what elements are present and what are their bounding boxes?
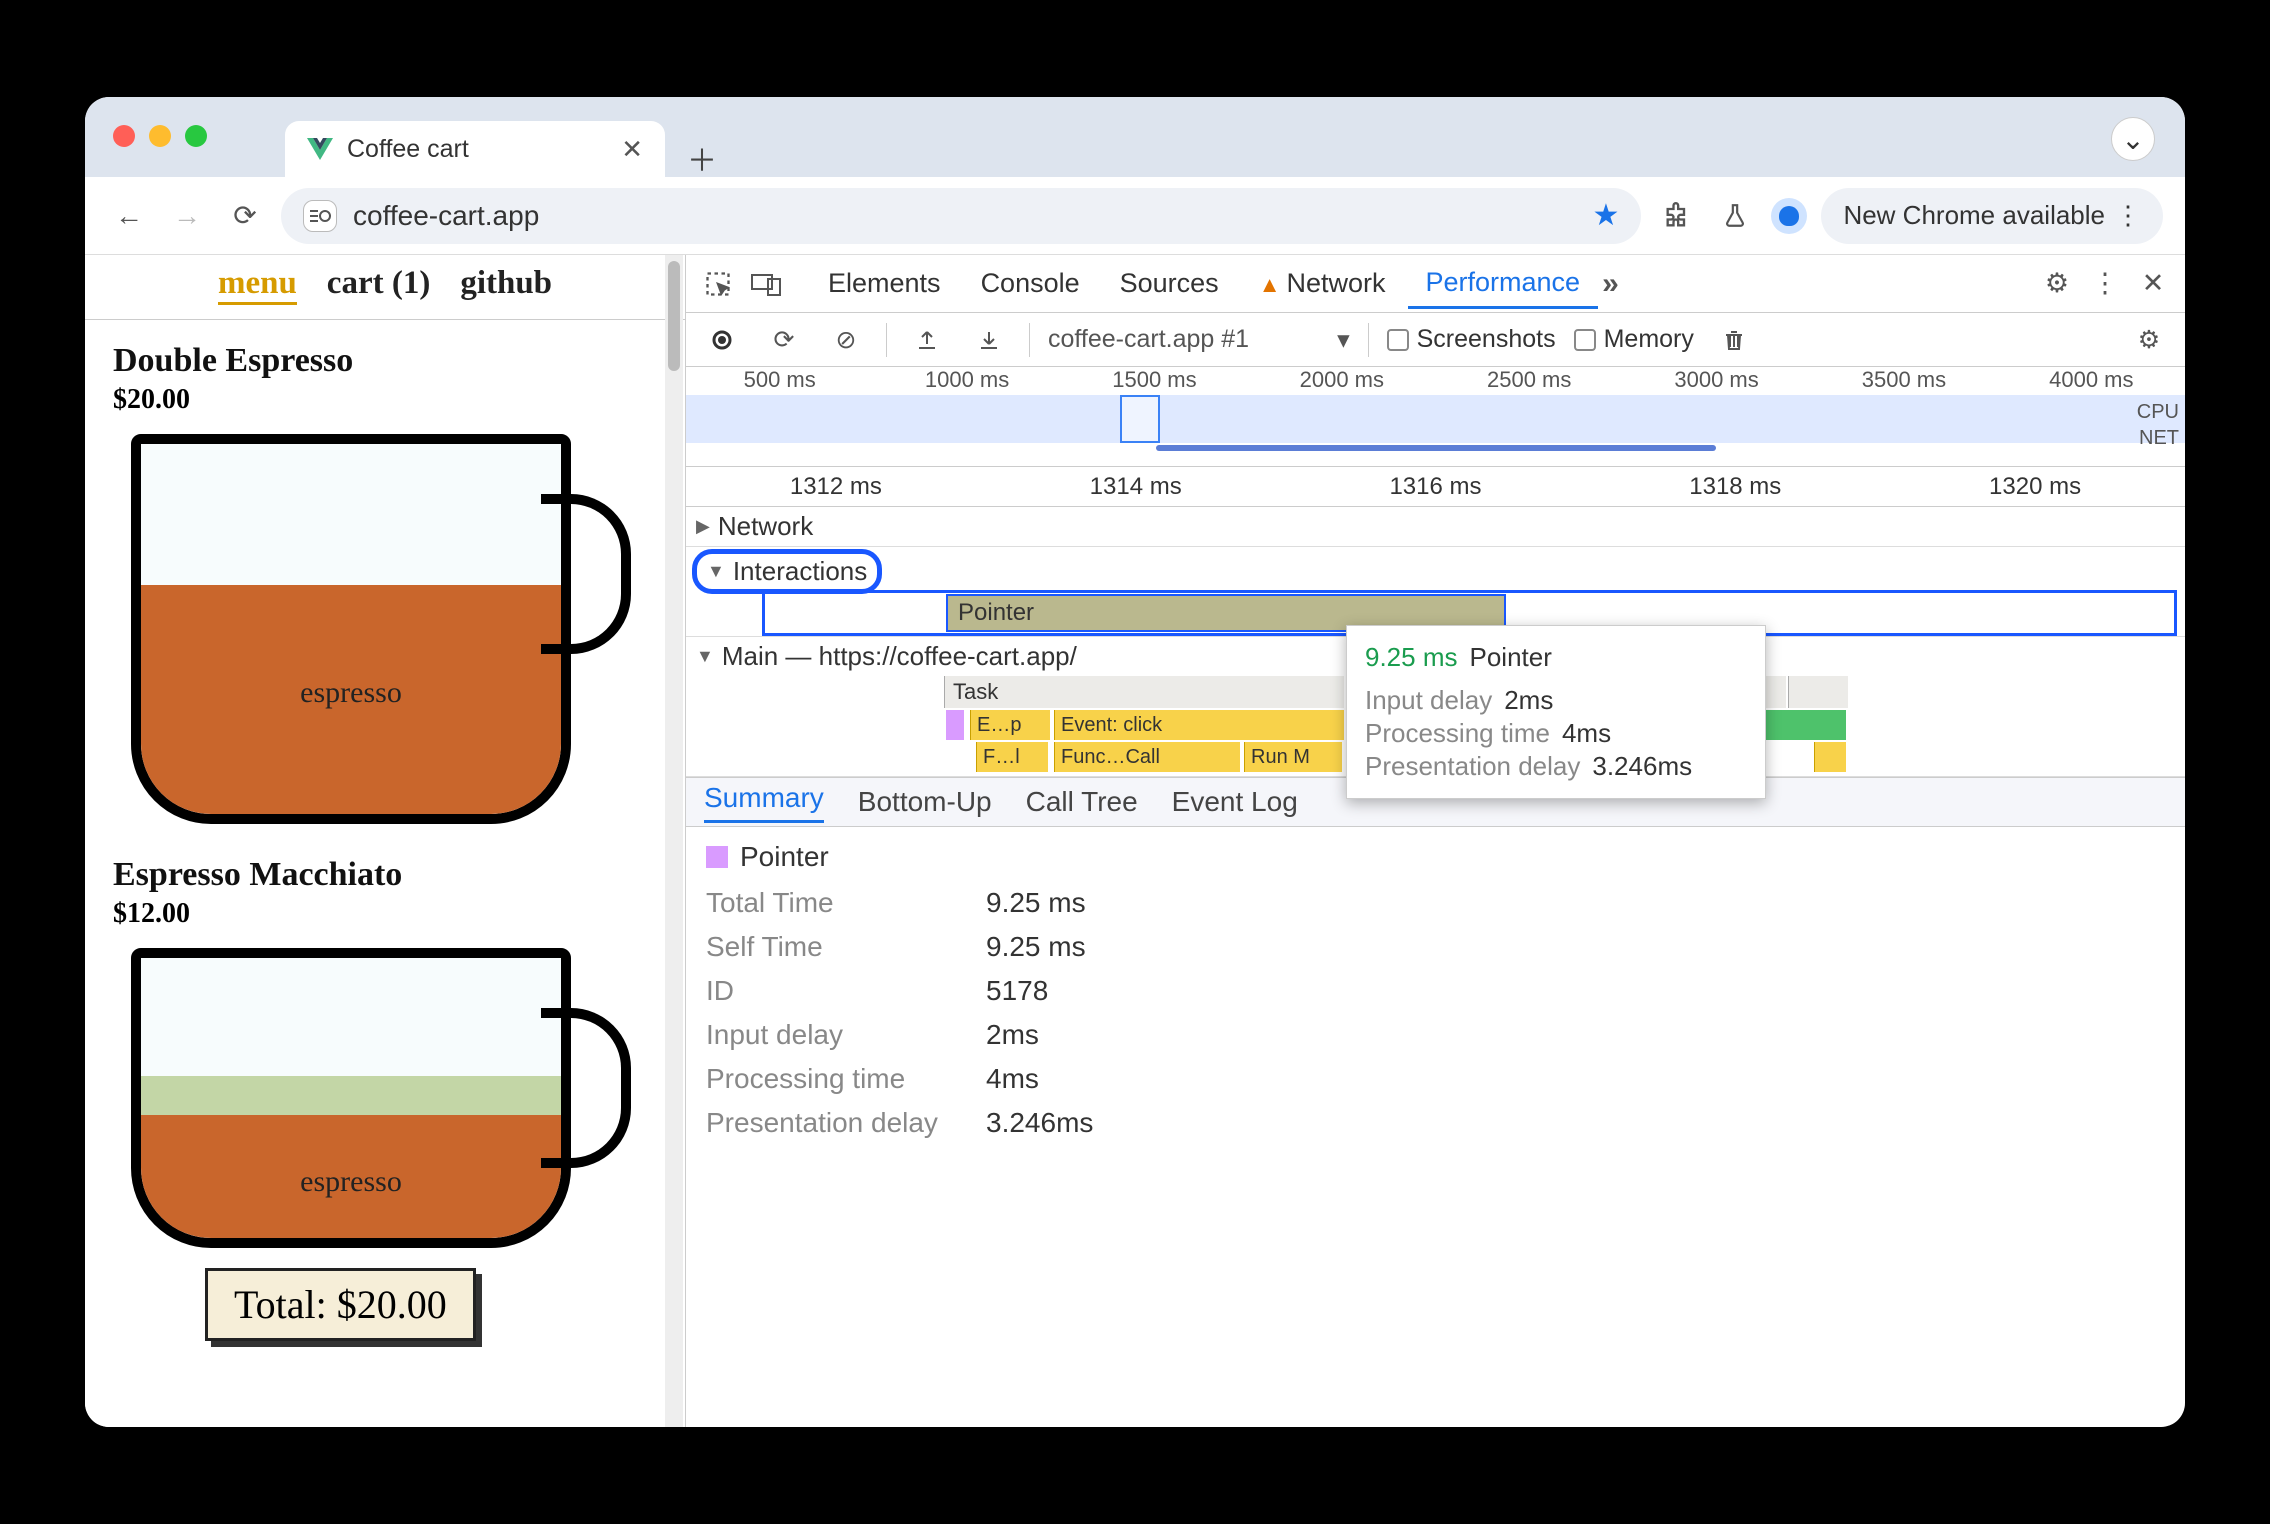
flame-bar[interactable]: E…p bbox=[970, 710, 1050, 740]
site-info-icon[interactable] bbox=[303, 200, 337, 232]
tab-summary[interactable]: Summary bbox=[704, 782, 824, 823]
nav-cart[interactable]: cart (1) bbox=[327, 265, 431, 305]
flame-bar[interactable]: Run M bbox=[1244, 742, 1342, 772]
summary-panel: Pointer Total Time9.25 ms Self Time9.25 … bbox=[686, 827, 2185, 1165]
task-bar[interactable]: Task bbox=[944, 676, 1344, 708]
back-button[interactable]: ← bbox=[107, 194, 151, 238]
chrome-update-badge[interactable]: New Chrome available ⋮ bbox=[1821, 188, 2163, 244]
tab-bottom-up[interactable]: Bottom-Up bbox=[858, 786, 992, 818]
download-icon[interactable] bbox=[967, 318, 1011, 362]
nav-github[interactable]: github bbox=[460, 265, 552, 305]
interactions-track[interactable]: ▼Interactions Pointer bbox=[686, 547, 2185, 637]
product-price: $12.00 bbox=[113, 898, 657, 930]
flame-bar[interactable]: Event: click bbox=[1054, 710, 1344, 740]
new-tab-button[interactable]: ＋ bbox=[683, 139, 721, 177]
tooltip-duration: 9.25 ms bbox=[1365, 642, 1458, 673]
tab-title: Coffee cart bbox=[347, 135, 469, 164]
cart-total-text: Total: $20.00 bbox=[234, 1282, 447, 1327]
coffee-cup-illustration[interactable]: espresso bbox=[131, 434, 571, 824]
web-page: menu cart (1) github Double Espresso $20… bbox=[85, 255, 685, 1427]
devtools-panel: Elements Console Sources Network Perform… bbox=[685, 255, 2185, 1427]
profile-avatar[interactable] bbox=[1771, 198, 1807, 234]
product-card: Double Espresso $20.00 espresso bbox=[85, 320, 685, 824]
product-card: Espresso Macchiato $12.00 espresso bbox=[85, 834, 685, 1248]
detail-ruler: 1312 ms 1314 ms 1316 ms 1318 ms 1320 ms bbox=[686, 467, 2185, 507]
gc-icon[interactable] bbox=[1712, 318, 1756, 362]
interaction-tooltip: 9.25 ms Pointer Input delay2ms Processin… bbox=[1346, 625, 1766, 799]
timeline-overview[interactable]: 500 ms 1000 ms 1500 ms 2000 ms 2500 ms 3… bbox=[686, 367, 2185, 467]
address-bar[interactable]: coffee-cart.app ★ bbox=[281, 188, 1641, 244]
browser-window: Coffee cart ✕ ＋ ⌄ ← → ⟳ coffee-cart.app … bbox=[85, 97, 2185, 1427]
extensions-icon[interactable] bbox=[1655, 194, 1699, 238]
reload-record-button[interactable]: ⟳ bbox=[762, 318, 806, 362]
more-tabs-button[interactable]: » bbox=[1602, 267, 1619, 301]
summary-title: Pointer bbox=[706, 841, 2165, 873]
browser-toolbar: ← → ⟳ coffee-cart.app ★ New Chrome avail… bbox=[85, 177, 2185, 255]
product-price: $20.00 bbox=[113, 384, 657, 416]
recording-label: coffee-cart.app #1 bbox=[1048, 325, 1249, 354]
url-text: coffee-cart.app bbox=[353, 200, 539, 232]
clear-button[interactable]: ⊘ bbox=[824, 318, 868, 362]
flame-bar[interactable] bbox=[946, 710, 964, 740]
tab-elements[interactable]: Elements bbox=[810, 260, 959, 307]
vue-icon bbox=[307, 138, 333, 160]
fill-label: espresso bbox=[141, 676, 561, 710]
labs-icon[interactable] bbox=[1713, 194, 1757, 238]
recording-selector[interactable]: coffee-cart.app #1 ▾ bbox=[1048, 325, 1350, 355]
settings-gear-icon[interactable]: ⚙ bbox=[2035, 262, 2079, 306]
minimize-window-button[interactable] bbox=[149, 125, 171, 147]
bookmark-star-icon[interactable]: ★ bbox=[1593, 198, 1620, 233]
color-swatch bbox=[706, 846, 728, 868]
coffee-cup-illustration[interactable]: espresso bbox=[131, 948, 571, 1248]
tab-list-button[interactable]: ⌄ bbox=[2111, 117, 2155, 161]
kebab-menu-icon[interactable]: ⋮ bbox=[2083, 262, 2127, 306]
interactions-heading-highlight: ▼Interactions bbox=[692, 549, 882, 594]
main-thread-track[interactable]: ▼Main — https://coffee-cart.app/ Task k … bbox=[686, 637, 2185, 777]
close-tab-button[interactable]: ✕ bbox=[621, 134, 643, 165]
task-bar[interactable] bbox=[1788, 676, 1848, 708]
tab-call-tree[interactable]: Call Tree bbox=[1026, 786, 1138, 818]
upload-icon[interactable] bbox=[905, 318, 949, 362]
page-scrollbar[interactable] bbox=[665, 255, 683, 1427]
overview-lanes: CPU NET bbox=[2137, 399, 2179, 451]
maximize-window-button[interactable] bbox=[185, 125, 207, 147]
tab-event-log[interactable]: Event Log bbox=[1172, 786, 1298, 818]
tab-strip: Coffee cart ✕ ＋ ⌄ bbox=[85, 97, 2185, 177]
close-devtools-icon[interactable]: ✕ bbox=[2131, 262, 2175, 306]
window-controls bbox=[113, 125, 207, 147]
flame-bar[interactable]: Func…Call bbox=[1054, 742, 1240, 772]
browser-tab[interactable]: Coffee cart ✕ bbox=[285, 121, 665, 177]
devtools-tabs: Elements Console Sources Network Perform… bbox=[686, 255, 2185, 313]
device-toolbar-icon[interactable] bbox=[744, 262, 788, 306]
content-area: menu cart (1) github Double Espresso $20… bbox=[85, 255, 2185, 1427]
chrome-update-text: New Chrome available bbox=[1843, 200, 2105, 231]
product-name: Double Espresso bbox=[113, 342, 657, 380]
cart-total-badge[interactable]: Total: $20.00 bbox=[205, 1268, 476, 1341]
record-button[interactable] bbox=[700, 318, 744, 362]
screenshots-checkbox[interactable]: Screenshots bbox=[1387, 325, 1556, 354]
nav-menu[interactable]: menu bbox=[218, 265, 297, 305]
flame-bar[interactable] bbox=[1814, 742, 1846, 772]
memory-checkbox[interactable]: Memory bbox=[1574, 325, 1694, 354]
overview-ruler: 500 ms 1000 ms 1500 ms 2000 ms 2500 ms 3… bbox=[686, 367, 2185, 395]
flame-bar[interactable]: F…l bbox=[976, 742, 1048, 772]
site-nav: menu cart (1) github bbox=[85, 255, 685, 320]
network-track[interactable]: ▶Network bbox=[686, 507, 2185, 547]
overview-selection[interactable] bbox=[1120, 395, 1160, 443]
fill-label: espresso bbox=[141, 1165, 561, 1199]
perf-settings-gear-icon[interactable]: ⚙ bbox=[2127, 318, 2171, 362]
reload-button[interactable]: ⟳ bbox=[223, 194, 267, 238]
forward-button[interactable]: → bbox=[165, 194, 209, 238]
tab-network[interactable]: Network bbox=[1241, 260, 1404, 307]
tab-performance[interactable]: Performance bbox=[1408, 259, 1599, 309]
close-window-button[interactable] bbox=[113, 125, 135, 147]
product-name: Espresso Macchiato bbox=[113, 856, 657, 894]
inspect-icon[interactable] bbox=[696, 262, 740, 306]
tab-sources[interactable]: Sources bbox=[1102, 260, 1237, 307]
tab-console[interactable]: Console bbox=[963, 260, 1098, 307]
performance-toolbar: ⟳ ⊘ coffee-cart.app #1 ▾ Screenshots Mem… bbox=[686, 313, 2185, 367]
